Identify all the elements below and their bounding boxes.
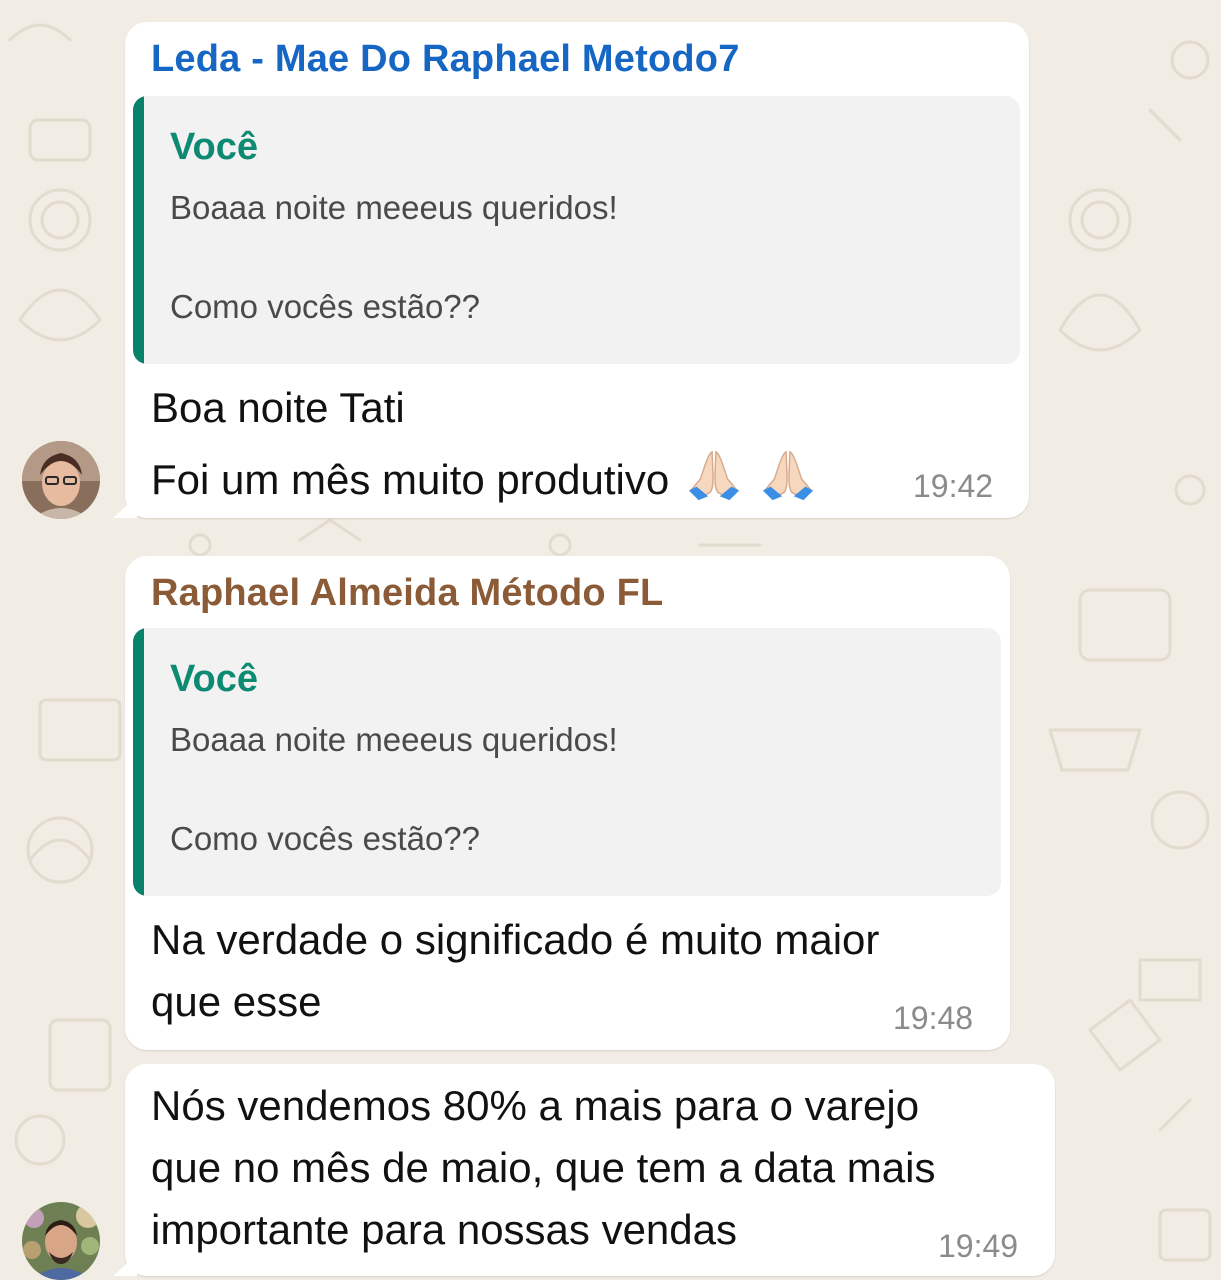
message-text-line-2: que no mês de maio, que tem a data mais (151, 1144, 936, 1191)
message-bubble-raphael[interactable]: Raphael Almeida Método FL Você Boaaa noi… (125, 556, 1010, 1050)
message-text-line-1: Nós vendemos 80% a mais para o varejo (151, 1082, 920, 1129)
quote-text-line-1: Boaaa noite meeeus queridos! (170, 721, 618, 758)
message-text-line-1: Na verdade o significado é muito maior (151, 916, 880, 963)
quote-text-line-2: Como vocês estão?? (170, 288, 481, 325)
message-text-line-3: importante para nossas vendas (151, 1206, 738, 1253)
message-text-line-2: Foi um mês muito produtivo (151, 446, 817, 504)
quote-text-line-1: Boaaa noite meeeus queridos! (170, 189, 618, 226)
sender-name[interactable]: Leda - Mae Do Raphael Metodo7 (151, 38, 740, 81)
message-text-line-2: que esse (151, 978, 322, 1025)
sender-name[interactable]: Raphael Almeida Método FL (151, 572, 663, 615)
quote-author: Você (170, 126, 259, 168)
quote-author: Você (170, 658, 259, 700)
quote-accent-bar (133, 628, 144, 896)
avatar-leda[interactable] (22, 441, 100, 519)
quoted-message[interactable]: Você Boaaa noite meeeus queridos! Como v… (133, 96, 1020, 364)
quote-text-line-2: Como vocês estão?? (170, 820, 481, 857)
message-timestamp: 19:48 (893, 1000, 974, 1036)
folded-hands-icon (688, 450, 740, 501)
folded-hands-icon (762, 450, 813, 501)
message-bubble-leda[interactable]: Leda - Mae Do Raphael Metodo7 Você Boaaa… (125, 22, 1029, 518)
message-bubble-raphael-followup[interactable]: Nós vendemos 80% a mais para o varejo qu… (125, 1064, 1055, 1276)
quote-accent-bar (133, 96, 144, 364)
message-timestamp: 19:49 (938, 1228, 1019, 1264)
avatar-raphael[interactable] (22, 1202, 100, 1280)
message-text: Foi um mês muito produtivo (151, 456, 670, 503)
quoted-message[interactable]: Você Boaaa noite meeeus queridos! Como v… (133, 628, 1001, 896)
message-text-line-1: Boa noite Tati (151, 384, 405, 431)
message-timestamp: 19:42 (913, 468, 994, 504)
